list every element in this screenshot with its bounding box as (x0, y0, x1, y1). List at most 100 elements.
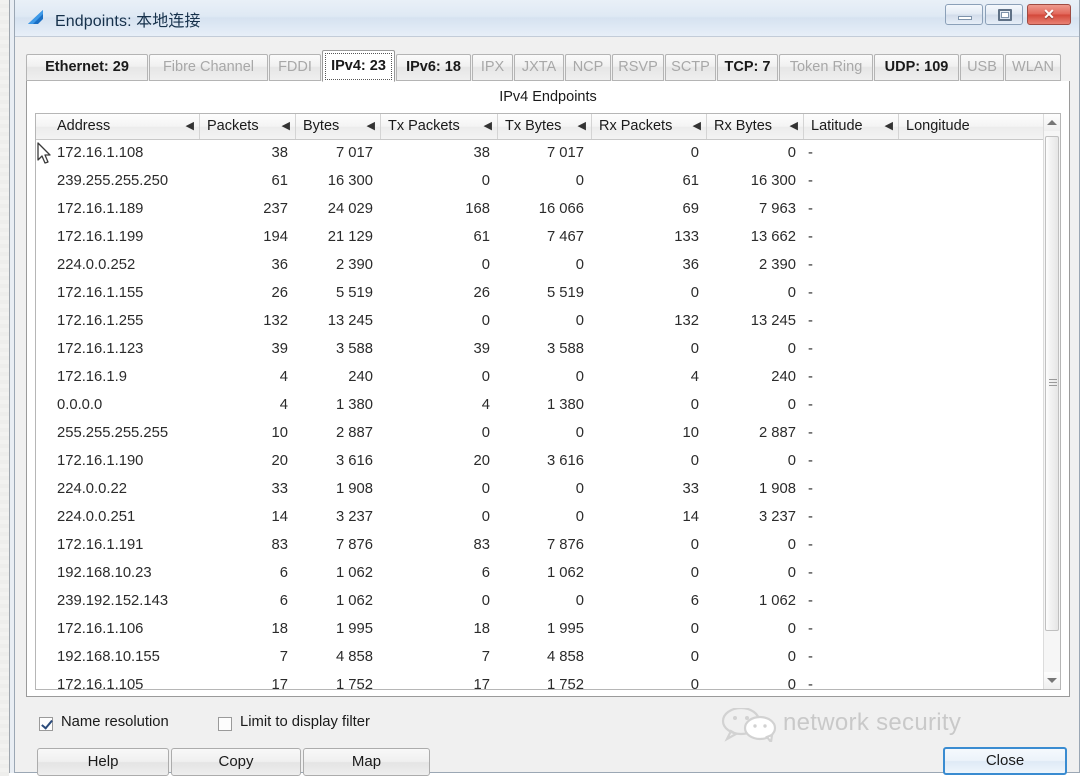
table-row[interactable]: 172.16.1.191837 876837 87600-- (36, 532, 1043, 560)
scroll-down-button[interactable] (1044, 672, 1060, 689)
name-resolution-label: Name resolution (61, 714, 169, 730)
table-row[interactable]: 255.255.255.255102 88700102 887-- (36, 420, 1043, 448)
column-header-longitude[interactable]: Longitude◀ (899, 114, 1060, 139)
cell-longitude: - (899, 168, 1043, 196)
table-row[interactable]: 192.168.10.2361 06261 06200-- (36, 560, 1043, 588)
cell-rx-bytes: 16 300 (750, 173, 796, 189)
copy-button[interactable]: Copy (171, 748, 301, 776)
table-row[interactable]: 172.16.1.105171 752171 75200-- (36, 672, 1043, 689)
cell-packets: 7 (279, 649, 288, 665)
close-dialog-button[interactable]: Close (943, 747, 1067, 775)
cell-rx-packets: 6 (690, 593, 699, 609)
cell-packets: 194 (263, 229, 288, 245)
column-sort-arrow-icon[interactable]: ◀ (282, 114, 290, 138)
tab-udp-109[interactable]: UDP: 109 (874, 54, 959, 81)
cell-tx-bytes: 1 752 (546, 677, 584, 689)
table-row[interactable]: 239.192.152.14361 0620061 062-- (36, 588, 1043, 616)
table-row[interactable]: 172.16.1.19919421 129617 46713313 662-- (36, 224, 1043, 252)
maximize-button[interactable] (985, 4, 1023, 25)
cell-latitude: - (808, 481, 813, 497)
cell-latitude: - (808, 173, 813, 189)
tab-ipv6-18[interactable]: IPv6: 18 (396, 54, 471, 81)
table-row[interactable]: 0.0.0.041 38041 38000-- (36, 392, 1043, 420)
column-header-rx-bytes[interactable]: Rx Bytes ◀ (707, 114, 804, 139)
column-header-tx-bytes[interactable]: Tx Bytes ◀ (498, 114, 592, 139)
cell-rx-bytes: 0 (787, 677, 796, 689)
cell-tx-bytes: 0 (575, 257, 584, 273)
table-header-row: Address ◀ Packets ◀ Bytes ◀ Tx Packets ◀ Tx Byte… (36, 114, 1060, 140)
table-row[interactable]: 239.255.255.2506116 300006116 300-- (36, 168, 1043, 196)
column-sort-arrow-icon[interactable]: ◀ (186, 114, 194, 138)
cell-longitude: - (899, 532, 1043, 560)
column-sort-arrow-icon[interactable]: ◀ (693, 114, 701, 138)
tab-label: RSVP (618, 59, 658, 75)
table-row[interactable]: 172.16.1.25513213 2450013213 245-- (36, 308, 1043, 336)
cell-packets: 61 (271, 173, 288, 189)
map-button[interactable]: Map (303, 748, 430, 776)
tab-ipv4-23[interactable]: IPv4: 23 (322, 50, 395, 82)
table-row[interactable]: 224.0.0.251143 23700143 237-- (36, 504, 1043, 532)
table-row[interactable]: 224.0.0.22331 90800331 908-- (36, 476, 1043, 504)
table-row[interactable]: 224.0.0.252362 39000362 390-- (36, 252, 1043, 280)
column-sort-arrow-icon[interactable]: ◀ (790, 114, 798, 138)
scrollbar-thumb[interactable] (1045, 136, 1059, 631)
table-row[interactable]: 172.16.1.155265 519265 51900-- (36, 280, 1043, 308)
column-header-rx-packets[interactable]: Rx Packets ◀ (592, 114, 707, 139)
tab-label: USB (967, 59, 997, 75)
cell-rx-bytes: 0 (787, 397, 796, 413)
tab-ncp: NCP (565, 54, 611, 81)
column-header-label: Latitude (811, 118, 863, 134)
watermark-text: network security (783, 709, 962, 736)
cell-longitude: - (899, 224, 1043, 252)
table-row[interactable]: 172.16.1.106181 995181 99500-- (36, 616, 1043, 644)
cell-packets: 18 (271, 621, 288, 637)
tab-label: IPX (480, 59, 505, 75)
limit-to-display-filter-checkbox-box[interactable] (218, 717, 232, 731)
cell-bytes: 16 300 (327, 173, 373, 189)
column-header-latitude[interactable]: Latitude ◀ (804, 114, 899, 139)
table-row[interactable]: 172.16.1.108387 017387 01700-- (36, 140, 1043, 168)
table-row[interactable]: 192.168.10.15574 85874 85800-- (36, 644, 1043, 672)
cell-longitude: - (899, 644, 1043, 672)
window-title: Endpoints: 本地连接 (55, 13, 201, 30)
tab-ethernet-29[interactable]: Ethernet: 29 (26, 54, 148, 81)
column-header-tx-packets[interactable]: Tx Packets ◀ (381, 114, 498, 139)
column-header-label: Longitude (906, 118, 970, 134)
column-sort-arrow-icon[interactable]: ◀ (367, 114, 375, 138)
close-window-button[interactable]: ✕ (1027, 4, 1071, 25)
cell-packets: 26 (271, 285, 288, 301)
table-body: 172.16.1.108387 017387 01700--239.255.25… (36, 140, 1043, 689)
cell-tx-packets: 6 (481, 565, 490, 581)
cell-address: 172.16.1.9 (57, 369, 127, 385)
table-row[interactable]: 172.16.1.190203 616203 61600-- (36, 448, 1043, 476)
cell-rx-packets: 33 (682, 481, 699, 497)
minimize-button[interactable] (945, 4, 983, 25)
column-sort-arrow-icon[interactable]: ◀ (885, 114, 893, 138)
cell-latitude: - (808, 509, 813, 525)
cell-address: 172.16.1.191 (57, 537, 144, 553)
table-row[interactable]: 172.16.1.123393 588393 58800-- (36, 336, 1043, 364)
cell-tx-packets: 0 (481, 425, 490, 441)
column-header-address[interactable]: Address ◀ (50, 114, 200, 139)
cell-bytes: 2 887 (335, 425, 373, 441)
tab-usb: USB (960, 54, 1004, 81)
name-resolution-checkbox-box[interactable] (39, 717, 53, 731)
cell-rx-packets: 0 (690, 677, 699, 689)
column-header-label: Tx Packets (388, 118, 460, 134)
column-sort-arrow-icon[interactable]: ◀ (484, 114, 492, 138)
cell-latitude: - (808, 621, 813, 637)
cell-longitude: - (899, 140, 1043, 168)
column-header-bytes[interactable]: Bytes ◀ (296, 114, 381, 139)
cell-bytes: 1 995 (335, 621, 373, 637)
table-row[interactable]: 172.16.1.18923724 02916816 066697 963-- (36, 196, 1043, 224)
help-button[interactable]: Help (37, 748, 169, 776)
column-header-packets[interactable]: Packets ◀ (200, 114, 296, 139)
vertical-scrollbar[interactable] (1043, 114, 1060, 689)
column-sort-arrow-icon[interactable]: ◀ (578, 114, 586, 138)
cell-longitude: - (899, 672, 1043, 689)
cell-tx-bytes: 0 (575, 173, 584, 189)
cell-tx-packets: 7 (481, 649, 490, 665)
scroll-up-button[interactable] (1044, 114, 1060, 131)
tab-tcp-7[interactable]: TCP: 7 (717, 54, 778, 81)
table-row[interactable]: 172.16.1.94240004240-- (36, 364, 1043, 392)
